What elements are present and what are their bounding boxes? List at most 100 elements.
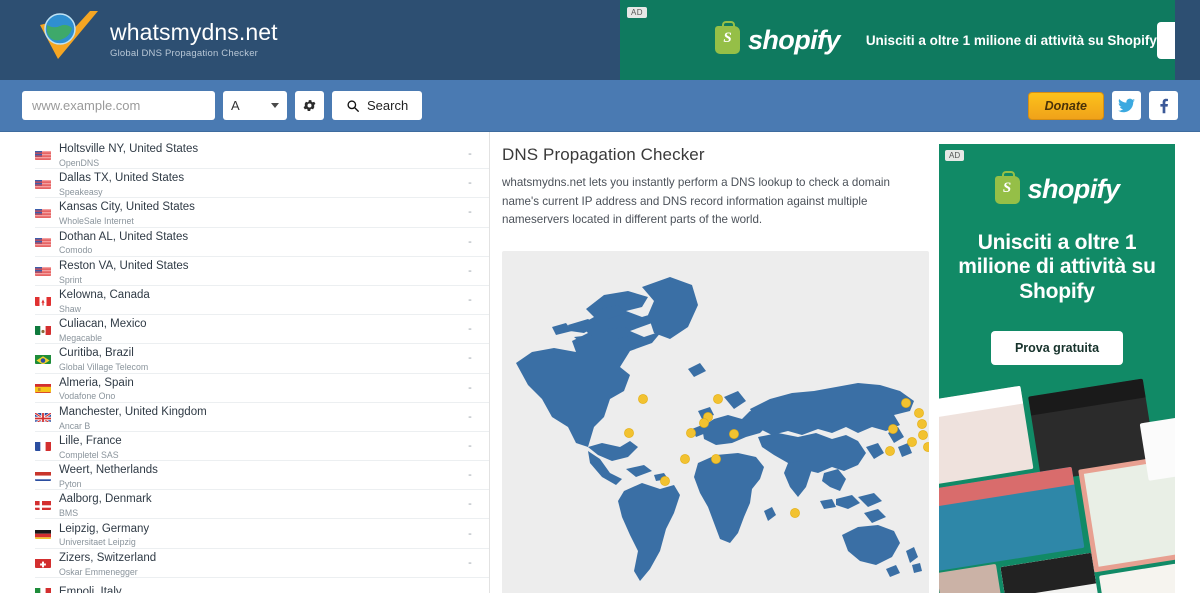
map-server-marker[interactable] [713,393,723,404]
nameserver-isp: BMS [59,508,79,519]
nameserver-location: Zizers, Switzerland [59,551,157,564]
search-toolbar: A Search Donate [0,80,1200,132]
nameserver-row[interactable]: Reston VA, United States Sprint - [35,257,489,286]
map-server-marker[interactable] [729,428,739,439]
country-flag-icon [35,499,51,510]
page-title: DNS Propagation Checker [502,145,705,164]
nameserver-isp: Completel SAS [59,449,119,460]
nameserver-result: - [468,148,472,161]
map-server-marker[interactable] [907,436,917,447]
nameserver-isp: Pyton [59,478,82,489]
toolbar-actions: Donate [1027,91,1178,120]
twitter-icon [1118,98,1135,113]
map-server-marker[interactable] [923,441,929,452]
map-server-marker[interactable] [917,418,927,429]
nameserver-isp: Speakeasy [59,187,103,198]
map-server-marker[interactable] [901,397,911,408]
country-flag-icon [35,265,51,277]
shopify-brand-logo: shopify [715,21,840,56]
nameserver-row[interactable]: Leipzig, Germany Universitaet Leipzig - [35,519,489,549]
nameserver-row[interactable]: Manchester, United Kingdom Ancar B - [35,403,489,432]
country-flag-icon [35,411,51,423]
nameserver-isp: Vodafone Ono [59,391,116,402]
record-type-select[interactable]: A [223,91,287,120]
country-flag-icon [35,207,51,218]
logo-subtitle: Global DNS Propagation Checker [110,48,259,60]
donate-button[interactable]: Donate [1027,91,1104,120]
nameserver-row[interactable]: Dothan AL, United States Comodo - [35,228,489,257]
nameserver-result: - [468,352,472,365]
map-server-marker[interactable] [680,453,690,464]
nameserver-location: Dothan AL, United States [59,230,189,243]
map-server-marker[interactable] [885,445,895,456]
nameserver-location: Manchester, United Kingdom [59,405,207,418]
country-flag-icon [35,528,51,540]
country-flag-icon [35,557,51,569]
nameserver-location: Reston VA, United States [59,259,189,272]
nameserver-isp: Megacable [59,333,103,343]
nameserver-result: - [468,527,472,540]
country-flag-icon [35,178,51,189]
nameserver-isp: OpenDNS [59,157,100,168]
country-flag-icon [35,470,51,481]
nameserver-isp: Ancar B [59,420,91,431]
nameserver-result: - [468,177,472,190]
site-logo[interactable]: whatsmydns.net Global DNS Propagation Ch… [0,9,278,71]
map-server-marker[interactable] [711,453,721,464]
nameserver-row[interactable]: Kansas City, United States WholeSale Inte… [35,198,489,228]
nameserver-list: Holtsville NY, United States OpenDNS - Dall… [0,132,490,593]
world-map-panel[interactable] [502,250,929,593]
banner-ad-cta-button[interactable]: Prova gratuita [1156,21,1175,59]
country-flag-icon [35,295,51,306]
search-icon [347,99,359,112]
nameserver-row[interactable]: Zizers, Switzerland Oskar Emmenegger - [35,549,489,578]
nameserver-row[interactable]: Almeria, Spain Vodafone Ono - [35,374,489,403]
country-flag-icon [35,324,51,335]
nameserver-row[interactable]: Dallas TX, United States Speakeasy - [35,169,489,199]
page-description: whatsmydns.net lets you instantly perfor… [502,176,890,227]
nameserver-location: Empoli, Italy [59,585,122,593]
twitter-share-button[interactable] [1112,91,1141,120]
nameserver-row[interactable]: Weert, Netherlands Pyton - [35,461,489,491]
banner-ad-headline: Unisciti a oltre 1 milione di attività s… [865,32,1157,48]
nameserver-location: Curitiba, Brazil [59,347,134,360]
nameserver-location: Dallas TX, United States [59,172,185,185]
nameserver-result: - [468,294,472,307]
chevron-down-icon [271,103,279,108]
nameserver-row[interactable]: Kelowna, Canada Shaw - [35,286,489,316]
page-content: Holtsville NY, United States OpenDNS - Dall… [0,132,1200,593]
map-server-marker[interactable] [914,407,924,418]
search-button[interactable]: Search [332,91,423,120]
nameserver-location: Holtsville NY, United States [59,143,199,156]
sidebar-ad-cta-button[interactable]: Prova gratuita [990,330,1124,365]
banner-advertisement[interactable]: AD shopify Unisciti a oltre 1 milione di… [620,0,1175,80]
sidebar-advertisement[interactable]: AD shopify Unisciti a oltre 1 milione di… [939,144,1175,593]
map-server-marker[interactable] [790,507,800,518]
nameserver-row[interactable]: Culiacan, Mexico Megacable - [35,315,489,345]
nameserver-isp: Global Village Telecom [59,362,149,373]
domain-search-input[interactable] [22,91,215,120]
map-server-marker[interactable] [918,429,928,440]
nameserver-row[interactable]: Empoli, Italy [35,578,489,593]
map-server-marker[interactable] [624,427,634,438]
globe-checkmark-logo-icon [34,9,108,71]
map-server-marker[interactable] [686,427,696,438]
nameserver-row[interactable]: Curitiba, Brazil Global Village Telecom - [35,344,489,374]
map-server-marker[interactable] [699,417,709,428]
nameserver-result: - [468,206,472,219]
nameserver-row[interactable]: Lille, France Completel SAS - [35,432,489,462]
site-header: whatsmydns.net Global DNS Propagation Ch… [0,0,1200,80]
settings-button[interactable] [295,91,324,120]
facebook-share-button[interactable] [1149,91,1178,120]
ad-badge: AD [627,7,647,18]
map-server-marker[interactable] [888,423,898,434]
map-server-marker[interactable] [660,475,670,486]
nameserver-location: Weert, Netherlands [59,464,158,477]
country-flag-icon [35,149,51,160]
map-server-marker[interactable] [638,393,648,404]
nameserver-result: - [468,235,472,248]
nameserver-row[interactable]: Holtsville NY, United States OpenDNS - [35,140,489,170]
country-flag-icon [35,353,51,364]
nameserver-row[interactable]: Aalborg, Denmark BMS - [35,490,489,520]
nameserver-isp: Shaw [59,303,82,314]
